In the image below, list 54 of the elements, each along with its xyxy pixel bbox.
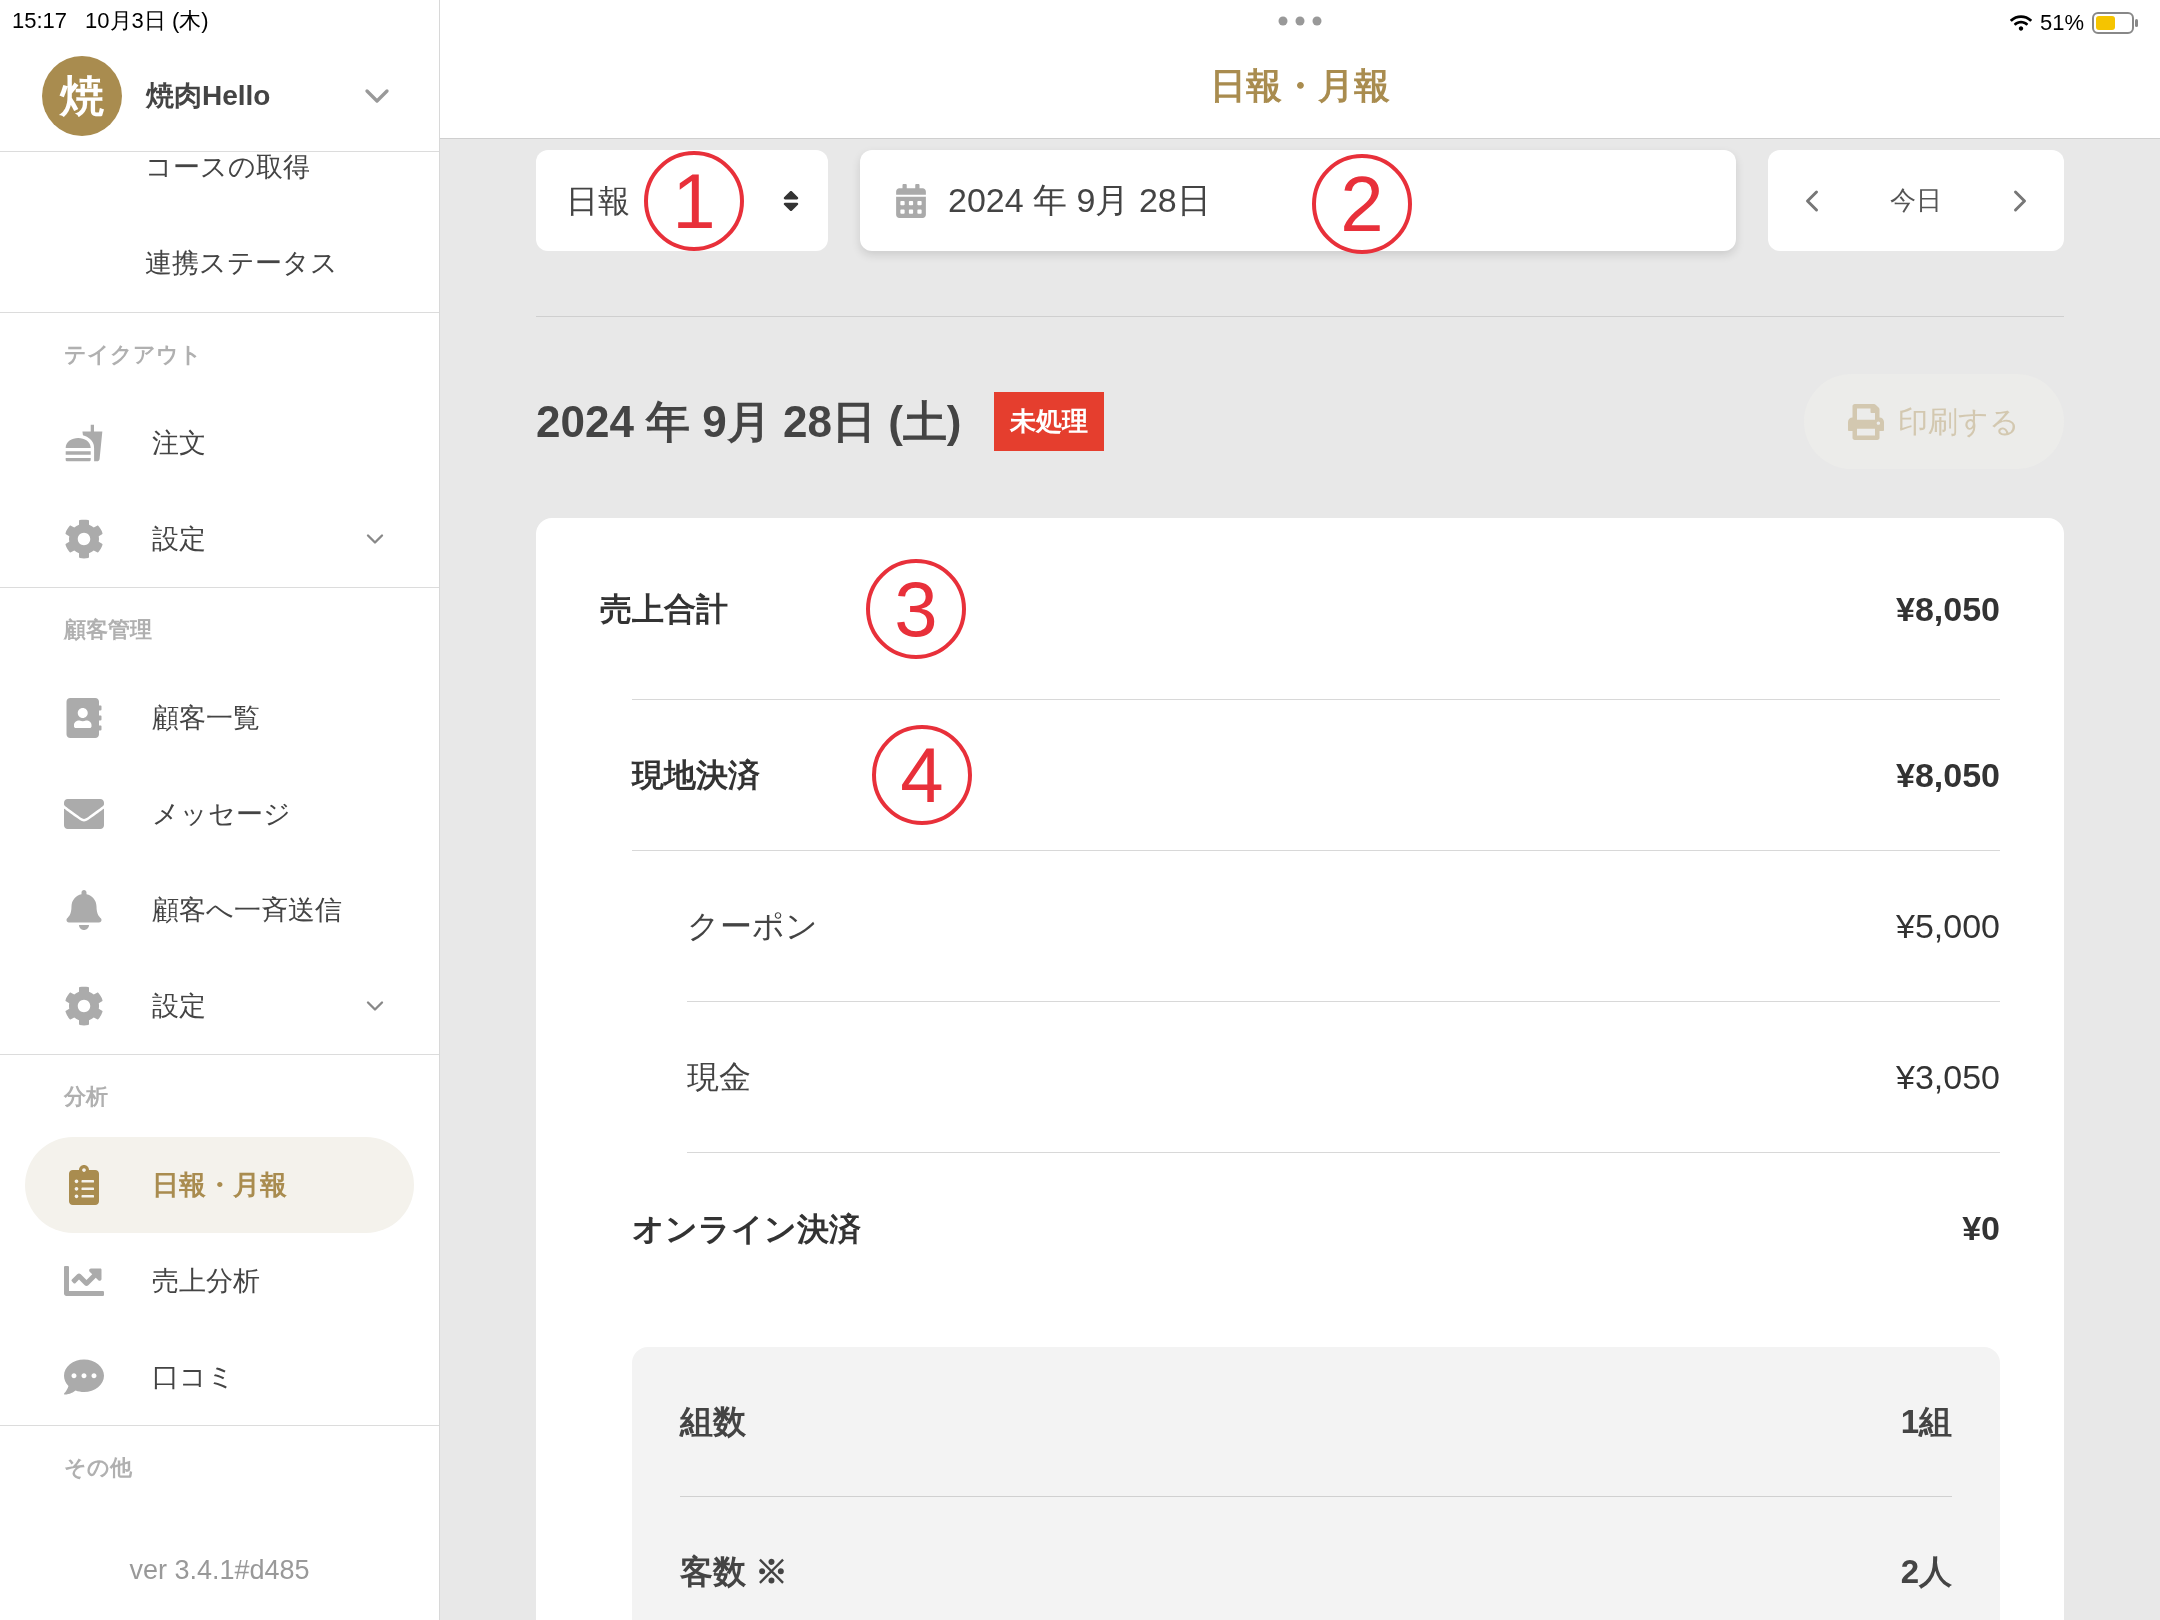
summary-label: 現金 <box>687 1058 751 1097</box>
sidebar-item[interactable]: 売上分析 <box>0 1233 439 1329</box>
annotation-mark: 4 <box>872 725 972 825</box>
section-title: テイクアウト <box>64 340 202 369</box>
avatar: 焼 <box>42 56 122 136</box>
sidebar-item[interactable]: 顧客一覧 <box>0 670 439 766</box>
more-dots-icon[interactable] <box>1278 15 1322 26</box>
battery-percent: 51% <box>2039 9 2084 37</box>
sidebar-item[interactable]: 口コミ <box>0 1329 439 1425</box>
sidebar-item[interactable]: 設定 <box>0 491 439 587</box>
sidebar-item[interactable]: 設定 <box>0 958 439 1054</box>
section-title: 分析 <box>64 1082 108 1111</box>
sidebar-item[interactable]: 注文 <box>0 395 439 491</box>
status-date: 10月3日 (木) <box>85 7 209 35</box>
stat-value: 2人 <box>1900 1552 1952 1593</box>
status-time: 15:17 <box>12 7 68 35</box>
stat-label: 組数 <box>680 1401 746 1442</box>
summary-value: ¥8,050 <box>1896 588 2000 630</box>
drink-burger-icon <box>64 423 104 463</box>
battery-icon <box>2092 10 2140 35</box>
mode-select[interactable]: 日報 1 <box>536 150 828 251</box>
stat-value: 1組 <box>1900 1401 1952 1442</box>
menu-item[interactable]: 連携ステータス <box>145 248 338 279</box>
menu-item[interactable]: コースの取得 <box>145 152 310 182</box>
section-title: その他 <box>64 1453 132 1482</box>
date-field[interactable]: 2024 年 9月 28日 2 <box>860 150 1736 251</box>
stat-label: 客数 ※ <box>680 1552 789 1593</box>
printer-icon <box>1848 403 1884 440</box>
annotation-mark: 2 <box>1312 154 1412 254</box>
today-button[interactable]: 今日 <box>1890 181 1942 220</box>
annotation-mark: 3 <box>866 559 966 659</box>
summary-value: ¥0 <box>1962 1208 2000 1249</box>
calendar-icon <box>894 183 928 218</box>
status-badge: 未処理 <box>993 392 1104 451</box>
bell-icon <box>64 890 104 930</box>
settings-icon <box>64 519 104 559</box>
summary-label: クーポン <box>687 907 818 946</box>
speech-bubble-icon <box>64 1357 104 1397</box>
annotation-mark: 1 <box>644 150 744 251</box>
page-title: 日報・月報 <box>1210 63 1390 108</box>
summary-value: ¥3,050 <box>1896 1056 2000 1098</box>
version-text: ver 3.4.1#d485 <box>129 1553 310 1587</box>
sidebar-item[interactable]: 顧客へ一斉送信 <box>0 862 439 958</box>
sidebar-item[interactable]: メッセージ <box>0 766 439 862</box>
contact-card-icon <box>64 698 104 738</box>
summary-value: ¥8,050 <box>1896 754 2000 796</box>
account-name: 焼肉Hello <box>146 79 271 113</box>
section-title: 顧客管理 <box>64 615 152 644</box>
settings-icon <box>64 986 104 1026</box>
summary-value: ¥5,000 <box>1896 905 2000 947</box>
summary-label: 売上合計 <box>600 590 728 629</box>
report-date: 2024 年 9月 28日 (土) <box>536 395 962 448</box>
summary-label: 現地決済 <box>632 756 760 795</box>
summary-label: オンライン決済 <box>632 1209 861 1249</box>
